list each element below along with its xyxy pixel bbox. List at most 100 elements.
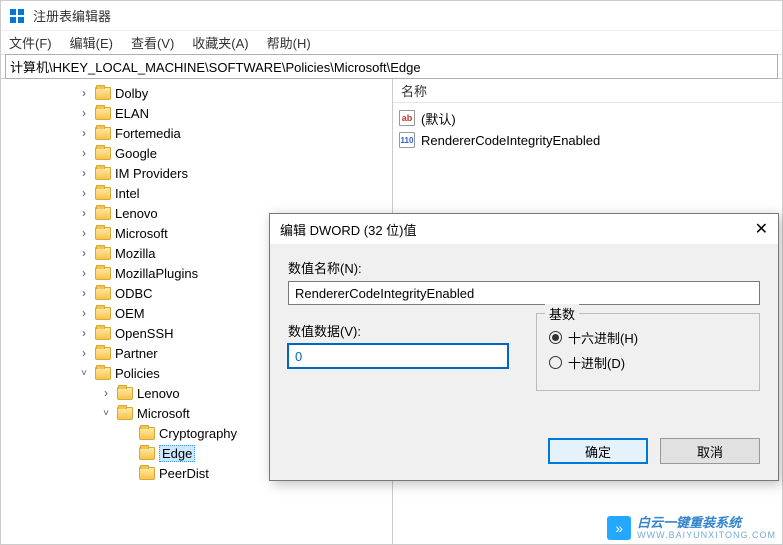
folder-icon [95,287,111,300]
folder-icon [95,127,111,140]
tree-item[interactable]: Google [1,143,392,163]
ok-button[interactable]: 确定 [548,438,648,464]
chevron-right-icon[interactable] [77,346,91,360]
tree-item-label: Lenovo [115,206,158,221]
tree-item-label: Intel [115,186,140,201]
tree-item[interactable]: Intel [1,183,392,203]
chevron-right-icon[interactable] [99,386,113,400]
expander-spacer [121,446,135,460]
tree-item-label: Google [115,146,157,161]
cancel-button[interactable]: 取消 [660,438,760,464]
chevron-right-icon[interactable] [77,326,91,340]
tree-item-label: Lenovo [137,386,180,401]
dialog-title: 编辑 DWORD (32 位)值 [280,220,417,239]
chevron-right-icon[interactable] [77,106,91,120]
dialog-body: 数值名称(N): 数值数据(V): 基数 十六进制(H) [270,244,778,438]
tree-item-label: ELAN [115,106,149,121]
radio-hex-icon [549,331,562,344]
menu-help[interactable]: 帮助(H) [267,33,311,52]
folder-icon [139,427,155,440]
chevron-right-icon[interactable] [77,306,91,320]
menu-edit[interactable]: 编辑(E) [70,33,113,52]
folder-icon [95,367,111,380]
tree-item[interactable]: ELAN [1,103,392,123]
folder-icon [95,247,111,260]
folder-icon [139,447,155,460]
radio-dec[interactable]: 十进制(D) [549,353,747,372]
chevron-right-icon[interactable] [77,126,91,140]
folder-icon [95,147,111,160]
value-data-input[interactable] [288,344,508,368]
watermark-icon: » [607,516,631,540]
titlebar: 注册表编辑器 [1,1,782,31]
list-item-label: RendererCodeIntegrityEnabled [421,133,600,148]
menu-view[interactable]: 查看(V) [131,33,174,52]
folder-icon [95,227,111,240]
folder-icon [95,347,111,360]
value-name-label: 数值名称(N): [288,258,760,277]
chevron-right-icon[interactable] [77,186,91,200]
tree-item-label: Cryptography [159,426,237,441]
tree-item-label: Partner [115,346,158,361]
tree-item-label: OpenSSH [115,326,174,341]
menu-favorites[interactable]: 收藏夹(A) [192,33,248,52]
tree-item-label: MozillaPlugins [115,266,198,281]
base-legend: 基数 [545,304,579,323]
chevron-right-icon[interactable] [77,86,91,100]
expander-spacer [121,426,135,440]
chevron-right-icon[interactable] [77,226,91,240]
value-data-label: 数值数据(V): [288,321,508,340]
tree-item-label: Edge [159,445,195,462]
folder-icon [95,207,111,220]
tree-item[interactable]: Dolby [1,83,392,103]
dialog-titlebar: 编辑 DWORD (32 位)值 ✕ [270,214,778,244]
tree-item-label: IM Providers [115,166,188,181]
window-title: 注册表编辑器 [33,6,111,25]
chevron-down-icon[interactable] [99,406,113,420]
radio-hex[interactable]: 十六进制(H) [549,328,747,347]
chevron-right-icon[interactable] [77,166,91,180]
folder-icon [95,107,111,120]
tree-item-label: Dolby [115,86,148,101]
base-fieldset: 基数 十六进制(H) 十进制(D) [536,313,760,391]
tree-item-label: OEM [115,306,145,321]
folder-icon [95,87,111,100]
folder-icon [95,167,111,180]
folder-icon [95,307,111,320]
close-icon[interactable]: ✕ [755,219,768,239]
chevron-right-icon[interactable] [77,146,91,160]
tree-item-label: ODBC [115,286,153,301]
expander-spacer [121,466,135,480]
addressbar: 计算机\HKEY_LOCAL_MACHINE\SOFTWARE\Policies… [1,55,782,79]
dword-value-icon: 110 [399,132,415,148]
folder-icon [95,267,111,280]
list-header-name[interactable]: 名称 [393,79,782,103]
folder-icon [117,387,133,400]
watermark: » 白云一键重装系统 WWW.BAIYUNXITONG.COM [607,516,776,540]
chevron-down-icon[interactable] [77,366,91,380]
tree-item-label: Fortemedia [115,126,181,141]
radio-dec-label: 十进制(D) [568,353,625,372]
list-item[interactable]: ab(默认) [395,107,780,129]
app-icon [9,8,25,24]
chevron-right-icon[interactable] [77,266,91,280]
tree-item-label: Microsoft [115,226,168,241]
tree-item-label: Microsoft [137,406,190,421]
address-path[interactable]: 计算机\HKEY_LOCAL_MACHINE\SOFTWARE\Policies… [5,54,778,79]
tree-item[interactable]: Fortemedia [1,123,392,143]
radio-dec-icon [549,356,562,369]
chevron-right-icon[interactable] [77,206,91,220]
folder-icon [139,467,155,480]
chevron-right-icon[interactable] [77,286,91,300]
list-item[interactable]: 110 RendererCodeIntegrityEnabled [395,129,780,151]
folder-icon [95,187,111,200]
watermark-url: WWW.BAIYUNXITONG.COM [637,530,776,540]
menu-file[interactable]: 文件(F) [9,33,52,52]
tree-item-label: Mozilla [115,246,155,261]
menubar: 文件(F) 编辑(E) 查看(V) 收藏夹(A) 帮助(H) [1,31,782,55]
value-name-input[interactable] [288,281,760,305]
regedit-window: 注册表编辑器 文件(F) 编辑(E) 查看(V) 收藏夹(A) 帮助(H) 计算… [0,0,783,545]
tree-item[interactable]: IM Providers [1,163,392,183]
string-value-icon: ab [399,110,415,126]
chevron-right-icon[interactable] [77,246,91,260]
